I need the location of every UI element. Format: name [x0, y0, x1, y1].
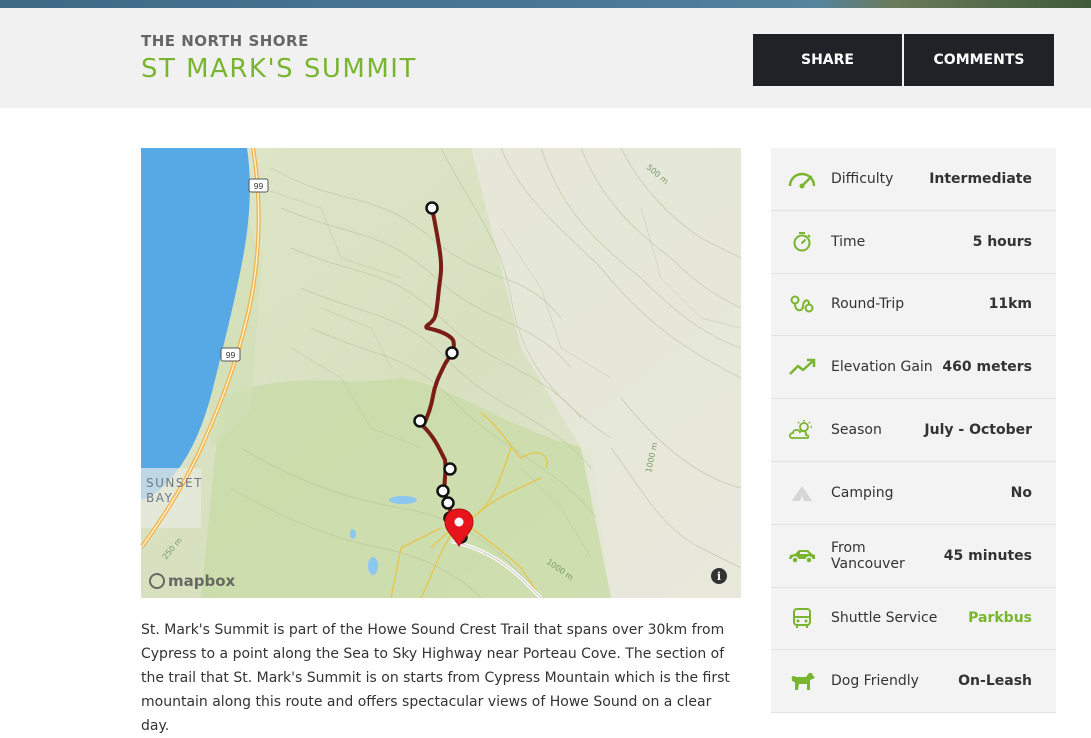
- parkbus-link[interactable]: Parkbus: [968, 610, 1032, 626]
- highway-shield-mid: 99: [220, 347, 241, 362]
- cloud-sun-icon: [787, 418, 817, 442]
- waypoint-icon[interactable]: [436, 484, 450, 498]
- stat-label: Round-Trip: [831, 296, 905, 313]
- stat-label: Shuttle Service: [831, 610, 938, 627]
- lake: [368, 557, 378, 575]
- place-label-bay: BAY: [146, 491, 173, 505]
- comments-button[interactable]: COMMENTS: [904, 34, 1054, 86]
- stat-value: 460 meters: [942, 359, 1032, 376]
- lake: [350, 529, 356, 539]
- hero-image-strip: [0, 0, 1091, 8]
- page-header: THE NORTH SHORE ST MARK'S SUMMIT SHARE C…: [0, 8, 1091, 108]
- stat-label: Time: [831, 233, 866, 250]
- region-label: THE NORTH SHORE: [141, 32, 309, 50]
- stat-row-season: Season July - October: [771, 399, 1056, 462]
- info-icon[interactable]: i: [711, 568, 727, 584]
- trend-up-icon: [787, 355, 817, 379]
- loop-route-icon: [787, 292, 817, 316]
- stat-label: Dog Friendly: [831, 673, 919, 690]
- dog-icon: [787, 669, 817, 693]
- car-icon: [787, 544, 817, 568]
- waypoint-icon[interactable]: [443, 462, 457, 476]
- stat-value: 5 hours: [972, 233, 1032, 250]
- svg-text:99: 99: [254, 181, 264, 191]
- stat-label: Elevation Gain: [831, 359, 933, 376]
- place-label-sunset: SUNSET: [146, 476, 203, 490]
- trail-description: St. Mark's Summit is part of the Howe So…: [141, 622, 730, 734]
- tent-icon: [787, 481, 817, 505]
- stat-value: On-Leash: [958, 673, 1032, 690]
- stat-value: July - October: [924, 422, 1032, 439]
- stat-label: From Vancouver: [831, 539, 905, 572]
- waypoint-icon[interactable]: [441, 496, 455, 510]
- stat-value: 45 minutes: [943, 547, 1032, 564]
- share-button[interactable]: SHARE: [753, 34, 902, 86]
- stat-value: 11km: [988, 296, 1032, 313]
- stat-label: Difficulty: [831, 170, 894, 187]
- stat-label: Season: [831, 422, 882, 439]
- waypoint-icon[interactable]: [413, 414, 427, 428]
- stat-row-round-trip: Round-Trip 11km: [771, 273, 1056, 337]
- stat-row-from-vancouver: From Vancouver 45 minutes: [771, 524, 1056, 588]
- bus-icon: [787, 606, 817, 630]
- stat-row-dog-friendly: Dog Friendly On-Leash: [771, 650, 1056, 714]
- highway-shield-top: 99: [248, 178, 269, 193]
- trail-map[interactable]: 99 99 SUNSET BAY 500 m 1000 m 1000 m 250…: [141, 148, 741, 598]
- mapbox-attribution: mapbox: [168, 572, 236, 590]
- stat-row-camping: Camping No: [771, 461, 1056, 525]
- stopwatch-icon: [787, 230, 817, 254]
- stat-value: Intermediate: [929, 170, 1032, 187]
- svg-text:99: 99: [226, 350, 236, 360]
- trail-stats-panel: Difficulty Intermediate Time 5 hours Rou…: [771, 148, 1056, 714]
- gauge-icon: [787, 167, 817, 191]
- waypoint-icon[interactable]: [425, 201, 439, 215]
- stat-row-elevation: Elevation Gain 460 meters: [771, 336, 1056, 400]
- stat-row-time: Time 5 hours: [771, 210, 1056, 274]
- mapbox-logo[interactable]: mapbox: [149, 572, 235, 590]
- mapbox-logo-icon: [149, 573, 165, 589]
- page-title: ST MARK'S SUMMIT: [141, 54, 417, 84]
- stat-label: Camping: [831, 484, 894, 501]
- stat-row-shuttle: Shuttle Service Parkbus: [771, 587, 1056, 651]
- lake: [389, 496, 417, 504]
- waypoint-icon[interactable]: [445, 346, 459, 360]
- stat-row-difficulty: Difficulty Intermediate: [771, 148, 1056, 211]
- map-canvas[interactable]: 99 99 SUNSET BAY 500 m 1000 m 1000 m 250…: [141, 148, 741, 598]
- stat-value: No: [1010, 484, 1032, 501]
